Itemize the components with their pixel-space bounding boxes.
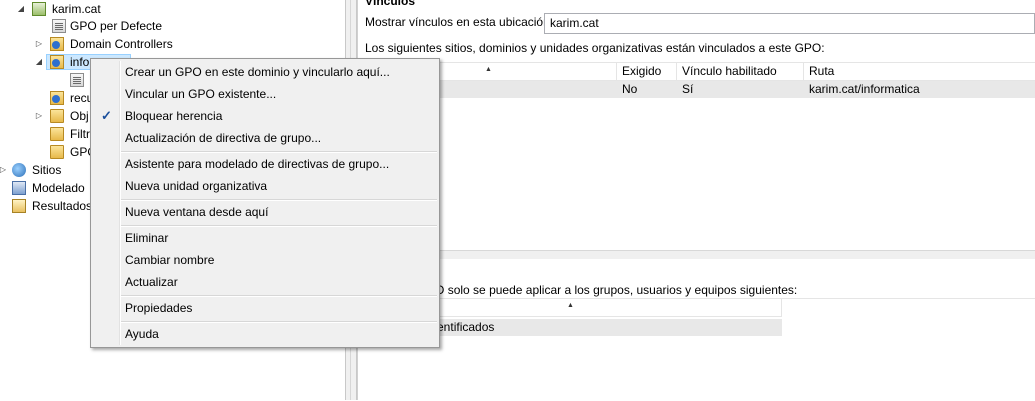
folder-icon <box>50 109 64 123</box>
tree-item-domain-controllers[interactable]: ▷ Domain Controllers <box>0 35 340 53</box>
folder-icon <box>50 145 64 159</box>
links-grid-header: ▲ Exigido Vínculo habilitado Ruta <box>357 63 1035 81</box>
linked-description: Los siguientes sitios, dominios y unidad… <box>365 41 825 55</box>
gpo-link-icon <box>52 19 66 33</box>
tree-label-objetos: Obj <box>70 109 89 123</box>
collapse-arrow-icon[interactable]: ◢ <box>16 0 26 18</box>
menu-item-label: Nueva unidad organizativa <box>125 179 268 193</box>
menu-item-actualizar[interactable]: Actualizar <box>93 271 437 293</box>
menu-item-label: Crear un GPO en este dominio y vincularl… <box>125 65 390 79</box>
mostrar-label: Mostrar vínculos en esta ubicación: <box>365 15 554 29</box>
ou-icon <box>50 91 64 105</box>
table-row[interactable]: No Sí karim.cat/informatica <box>357 81 1035 98</box>
expand-arrow-icon[interactable]: ▷ <box>34 107 44 125</box>
menu-item-label: Ayuda <box>125 327 159 341</box>
menu-item-label: Nueva ventana desde aquí <box>125 205 269 219</box>
domain-icon <box>32 2 46 16</box>
tree-label-gpo-default: GPO per Defecte <box>70 19 163 33</box>
menu-item-label: Eliminar <box>125 231 169 245</box>
menu-item-label: Propiedades <box>125 301 193 315</box>
sort-ascending-icon: ▲ <box>485 66 492 73</box>
menu-item-eliminar[interactable]: Eliminar <box>93 227 437 249</box>
ou-icon <box>50 37 64 51</box>
menu-item-label: Bloquear herencia <box>125 109 223 123</box>
tree-label-domain-controllers: Domain Controllers <box>70 37 173 51</box>
tree-label-resultados: Resultados <box>32 199 93 213</box>
menu-item-actualizacion-directiva[interactable]: Actualización de directiva de grupo... <box>93 127 437 149</box>
menu-item-label: Cambiar nombre <box>125 253 215 267</box>
details-pane: Vínculos Mostrar vínculos en esta ubicac… <box>357 0 1035 400</box>
vinculos-title: Vínculos <box>365 0 416 8</box>
column-header-exigido[interactable]: Exigido <box>617 63 677 80</box>
tree-label-domain: karim.cat <box>52 2 101 16</box>
menu-item-label: Actualización de directiva de grupo... <box>125 131 322 145</box>
menu-item-propiedades[interactable]: Propiedades <box>93 297 437 319</box>
folder-icon <box>50 127 64 141</box>
menu-item-label: Actualizar <box>125 275 178 289</box>
tree-label-ou: info <box>70 55 90 69</box>
menu-item-label: Vincular un GPO existente... <box>125 87 277 101</box>
tree-label-sitios: Sitios <box>32 163 62 177</box>
menu-item-cambiar-nombre[interactable]: Cambiar nombre <box>93 249 437 271</box>
checkmark-icon: ✓ <box>101 108 112 123</box>
context-menu: Crear un GPO en este dominio y vincularl… <box>90 58 440 348</box>
expand-arrow-icon[interactable]: ▷ <box>34 35 44 53</box>
menu-item-bloquear-herencia[interactable]: ✓ Bloquear herencia <box>93 105 437 127</box>
results-icon <box>12 199 26 213</box>
modeling-icon <box>12 181 26 195</box>
cell-ruta: karim.cat/informatica <box>809 82 920 96</box>
ou-blocked-icon <box>50 55 64 69</box>
expand-arrow-icon[interactable]: ▷ <box>0 161 8 179</box>
tree-item-domain[interactable]: ◢ karim.cat <box>0 0 340 18</box>
menu-item-vincular-gpo[interactable]: Vincular un GPO existente... <box>93 83 437 105</box>
location-dropdown[interactable]: karim.cat <box>544 13 1035 34</box>
section-divider <box>357 250 1035 259</box>
cell-habilitado: Sí <box>682 82 694 96</box>
menu-item-nueva-ventana[interactable]: Nueva ventana desde aquí <box>93 201 437 223</box>
globe-icon <box>12 163 26 177</box>
links-grid: ▲ Exigido Vínculo habilitado Ruta No Sí … <box>357 62 1035 253</box>
cell-exigido: No <box>622 82 638 96</box>
menu-item-crear-gpo[interactable]: Crear un GPO en este dominio y vincularl… <box>93 61 437 83</box>
sort-ascending-icon: ▲ <box>567 302 574 309</box>
menu-item-label: Asistente para modelado de directivas de… <box>125 157 390 171</box>
menu-item-nueva-ou[interactable]: Nueva unidad organizativa <box>93 175 437 197</box>
collapse-arrow-icon[interactable]: ◢ <box>34 53 44 71</box>
column-header-ruta[interactable]: Ruta <box>804 63 1035 80</box>
menu-item-asistente-modelado[interactable]: Asistente para modelado de directivas de… <box>93 153 437 175</box>
gpo-link-icon <box>70 73 84 87</box>
menu-item-ayuda[interactable]: Ayuda <box>93 323 437 345</box>
security-grid: ▲ utentificados <box>357 298 1035 401</box>
tree-label-filtros: Filtr <box>70 127 90 141</box>
column-header-habilitado[interactable]: Vínculo habilitado <box>677 63 804 80</box>
tree-item-gpo-default[interactable]: GPO per Defecte <box>0 17 340 35</box>
tree-label-modelado: Modelado <box>32 181 85 195</box>
